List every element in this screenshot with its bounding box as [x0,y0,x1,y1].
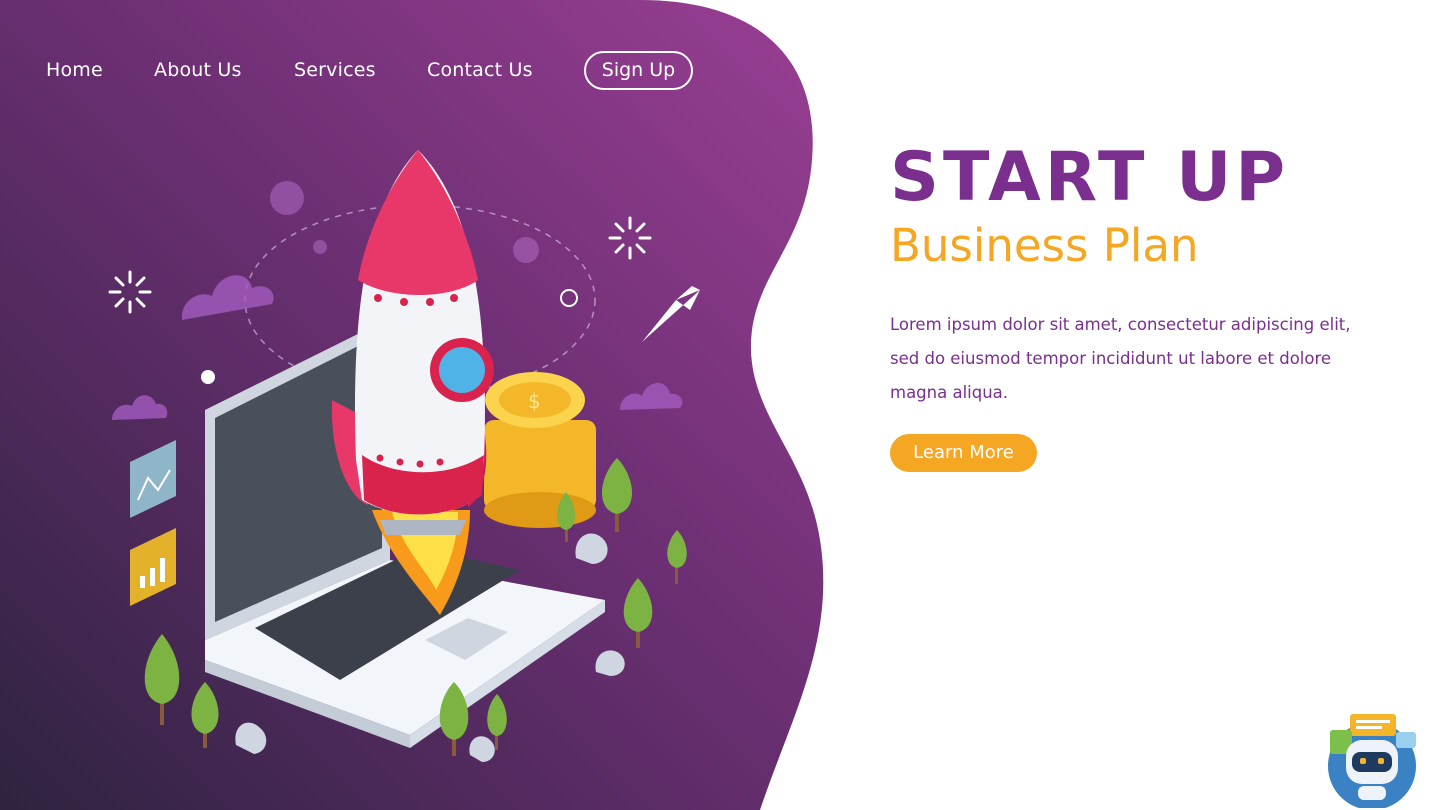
learn-more-button[interactable]: Learn More [890,434,1037,472]
paper-plane-icon [642,286,700,342]
hero-copy: START UP Business Plan Lorem ipsum dolor… [890,138,1410,410]
chatbot-icon[interactable] [1322,708,1422,808]
rocket-launch-illustration: $ [108,150,700,762]
hero-subtitle: Business Plan [890,219,1199,272]
chart-card-icons [130,440,176,606]
hero-description: Lorem ipsum dolor sit amet, consectetur … [890,315,1351,402]
coin-stack-icon: $ [484,372,596,528]
svg-text:$: $ [528,389,541,413]
hero-title: START UP [890,138,1290,217]
